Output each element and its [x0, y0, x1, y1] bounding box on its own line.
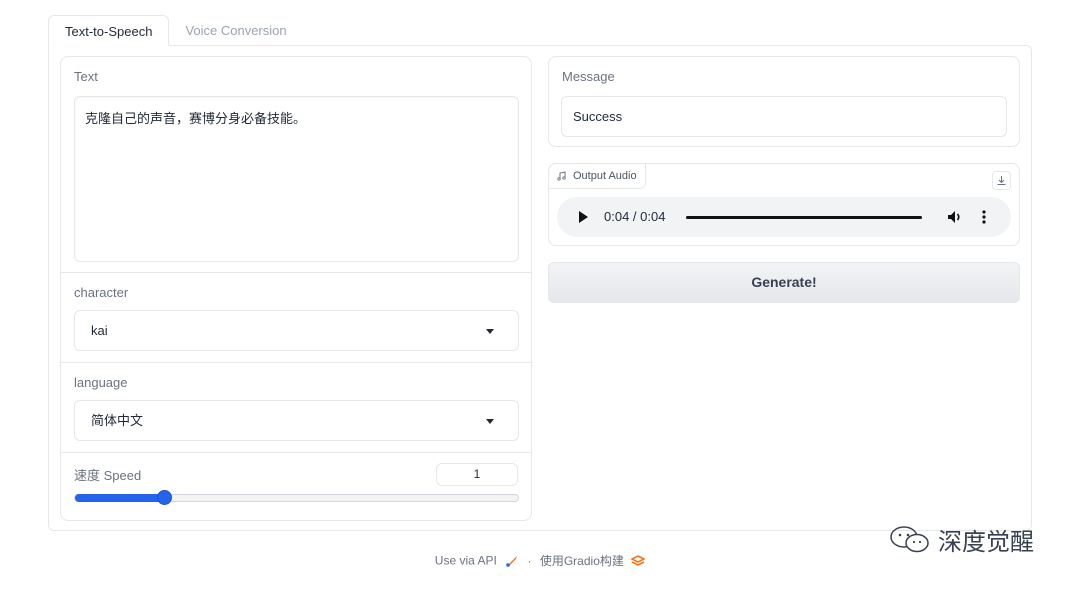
tab-bar: Text-to-Speech Voice Conversion — [48, 15, 303, 46]
speed-number-input[interactable]: 1 — [436, 463, 518, 486]
wechat-icon — [890, 525, 929, 552]
audio-progress-bar[interactable] — [686, 216, 922, 219]
chevron-down-icon — [486, 419, 494, 424]
watermark-text: 深度觉醒 — [938, 529, 1034, 556]
play-icon[interactable] — [579, 211, 588, 223]
input-column: Text 克隆自己的声音，赛博分身必备技能。 character kai lan… — [60, 56, 532, 521]
download-button[interactable] — [992, 171, 1011, 190]
gradio-logo-icon — [630, 554, 647, 566]
output-audio-tag: Output Audio — [548, 163, 646, 189]
speed-slider-thumb[interactable] — [156, 490, 172, 505]
character-block: character kai — [61, 272, 531, 362]
music-note-icon — [557, 171, 566, 181]
speed-slider-fill — [75, 494, 164, 502]
language-label: language — [74, 375, 128, 390]
text-input[interactable]: 克隆自己的声音，赛博分身必备技能。 — [74, 96, 519, 262]
audio-time: 0:04 / 0:04 — [604, 209, 666, 224]
message-label: Message — [562, 69, 615, 84]
tab-text-to-speech[interactable]: Text-to-Speech — [48, 15, 170, 46]
footer-separator: · — [527, 553, 532, 568]
speed-slider[interactable] — [74, 490, 519, 505]
output-audio-block: Output Audio 0:04 / 0:04 — [548, 163, 1020, 246]
chevron-down-icon — [486, 329, 494, 334]
watermark: 深度觉醒 — [888, 522, 1034, 557]
use-via-api-link[interactable]: Use via API — [435, 554, 497, 568]
speed-block: 速度 Speed 1 — [61, 452, 531, 520]
text-block: Text 克隆自己的声音，赛博分身必备技能。 — [61, 57, 531, 272]
output-audio-label: Output Audio — [573, 170, 637, 182]
tab-voice-conversion[interactable]: Voice Conversion — [169, 15, 302, 46]
language-dropdown[interactable]: 简体中文 — [74, 400, 519, 441]
language-value: 简体中文 — [91, 413, 144, 428]
download-icon — [997, 176, 1006, 185]
rocket-icon — [506, 555, 518, 567]
generate-button[interactable]: Generate! — [548, 262, 1020, 303]
character-dropdown[interactable]: kai — [74, 310, 519, 351]
message-block: Message Success — [548, 56, 1020, 147]
text-label: Text — [74, 69, 98, 84]
built-with-gradio-link[interactable]: 使用Gradio构建 — [540, 554, 624, 568]
audio-player: 0:04 / 0:04 — [557, 197, 1011, 237]
character-value: kai — [91, 323, 108, 338]
character-label: character — [74, 285, 129, 300]
volume-icon[interactable] — [946, 209, 964, 225]
speed-label: 速度 Speed — [74, 468, 142, 483]
language-block: language 简体中文 — [61, 362, 531, 452]
more-options-icon[interactable] — [981, 209, 987, 225]
message-output: Success — [561, 96, 1007, 137]
